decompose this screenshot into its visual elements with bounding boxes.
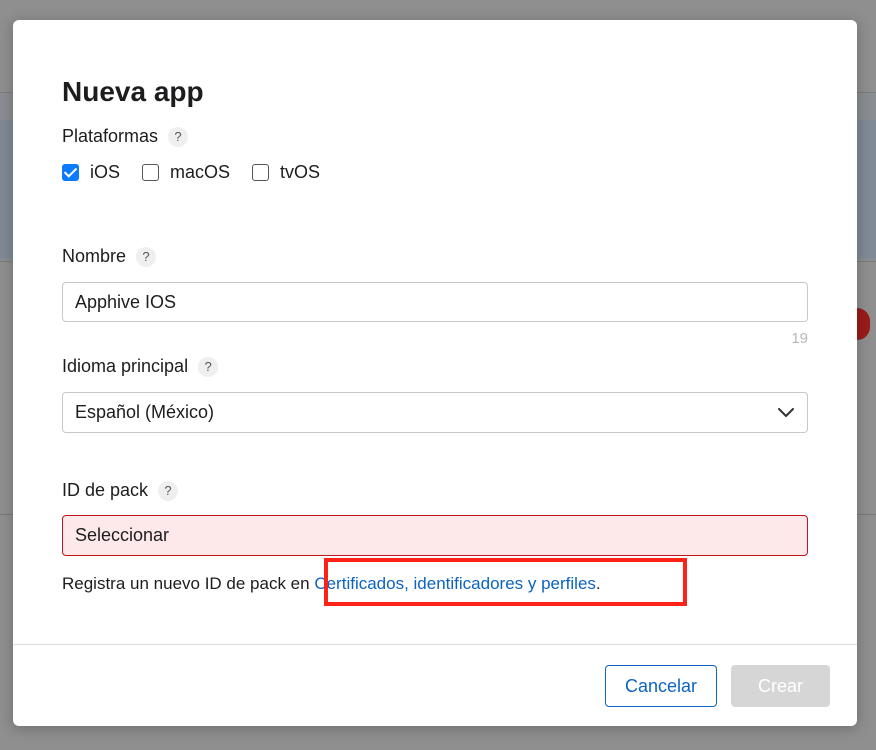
footer-divider — [13, 644, 857, 645]
tvos-label: tvOS — [280, 162, 321, 182]
dialog-title: Nueva app — [62, 76, 204, 107]
language-selected-value: Español (México) — [75, 402, 215, 422]
name-input-value: Apphive IOS — [75, 291, 177, 312]
platforms-help-icon[interactable]: ? — [168, 126, 189, 147]
language-help-icon[interactable]: ? — [198, 356, 219, 377]
name-label: Nombre — [62, 246, 127, 266]
language-select[interactable]: Español (México) — [62, 392, 808, 433]
platform-tvos-option[interactable]: tvOS — [252, 162, 320, 183]
create-button[interactable]: Crear — [731, 665, 830, 707]
annotation-highlight-box — [324, 558, 687, 606]
name-input[interactable]: Apphive IOS — [62, 282, 808, 322]
language-label-row: Idioma principal ? — [62, 356, 219, 377]
bundle-id-label-row: ID de pack ? — [62, 480, 179, 501]
cancel-button[interactable]: Cancelar — [605, 665, 717, 707]
bundle-id-select[interactable]: Seleccionar — [62, 515, 808, 556]
macos-checkbox[interactable] — [142, 164, 160, 181]
ios-checkbox[interactable] — [62, 164, 79, 181]
new-app-dialog: Nueva app Plataformas ? iOS macOS tvOS N… — [13, 20, 857, 726]
register-hint-text: Registra un nuevo ID de pack en — [62, 574, 315, 593]
name-label-row: Nombre ? — [62, 246, 157, 267]
bundle-id-label: ID de pack — [62, 480, 149, 500]
language-label: Idioma principal — [62, 356, 189, 376]
ios-label: iOS — [90, 162, 121, 182]
bundle-id-selected-value: Seleccionar — [75, 525, 170, 545]
platform-macos-option[interactable]: macOS — [142, 162, 230, 183]
name-char-counter: 19 — [791, 330, 808, 347]
macos-label: macOS — [170, 162, 231, 182]
platforms-checkbox-group: iOS macOS tvOS — [62, 162, 342, 183]
bundle-id-help-icon[interactable]: ? — [158, 480, 179, 501]
name-help-icon[interactable]: ? — [136, 246, 157, 267]
platform-ios-option[interactable]: iOS — [62, 162, 120, 183]
chevron-down-icon — [778, 407, 794, 417]
platforms-label: Plataformas — [62, 126, 159, 146]
tvos-checkbox[interactable] — [252, 164, 270, 181]
platforms-label-row: Plataformas ? — [62, 126, 189, 147]
